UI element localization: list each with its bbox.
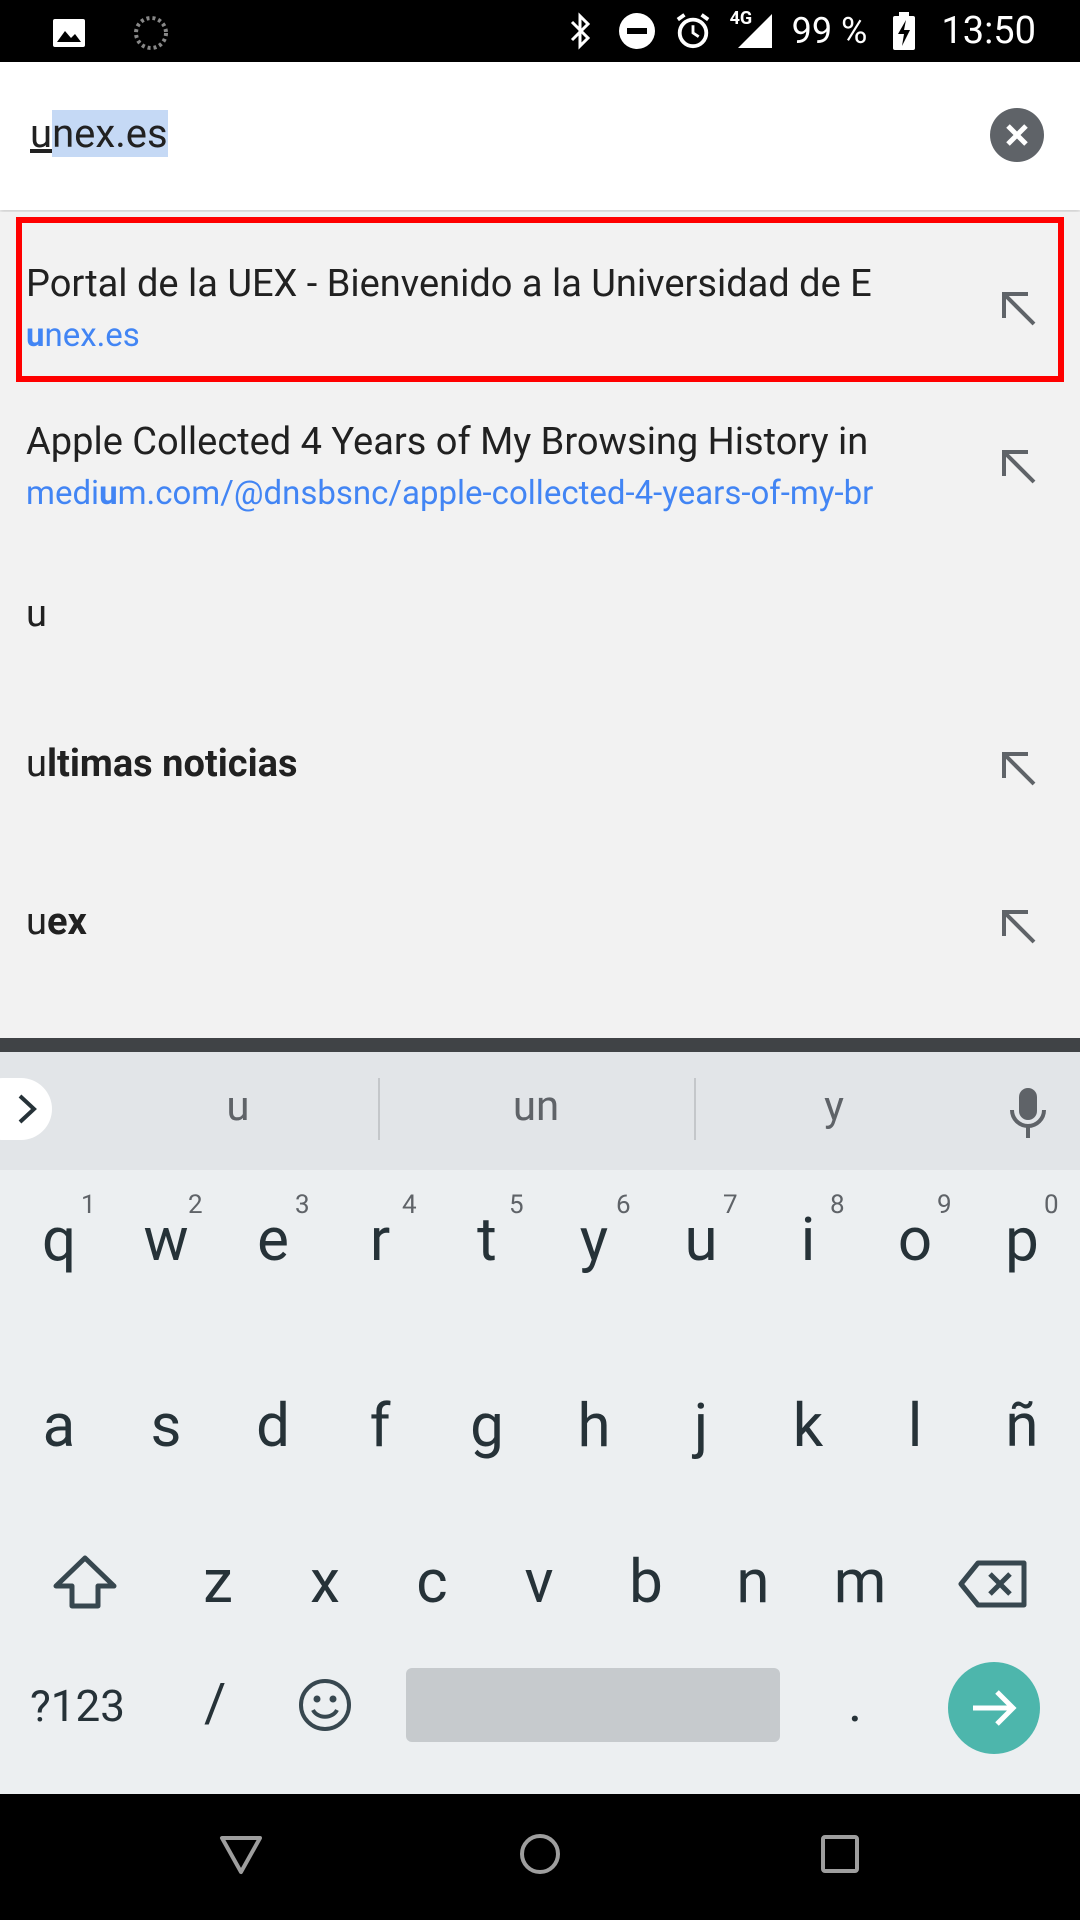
- key-w[interactable]: w2: [116, 1190, 216, 1275]
- key-hint: 6: [616, 1190, 631, 1220]
- key-hint: 2: [188, 1190, 203, 1220]
- keyboard-suggestion-bar: u un y: [0, 1052, 1080, 1170]
- key-r[interactable]: r4: [330, 1190, 430, 1275]
- refine-arrow-icon[interactable]: [998, 748, 1038, 788]
- key-hint: 7: [723, 1190, 738, 1220]
- key-c[interactable]: c: [382, 1546, 482, 1617]
- url-input[interactable]: unex.es: [30, 106, 168, 162]
- key-s[interactable]: s: [116, 1390, 216, 1461]
- key-a[interactable]: a: [9, 1390, 109, 1461]
- refine-arrow-icon[interactable]: [998, 446, 1038, 486]
- signal-indicator: 4G: [730, 8, 774, 50]
- clock: 13:50: [941, 9, 1036, 53]
- refine-arrow-icon[interactable]: [998, 906, 1038, 946]
- suggestion-query: ultimas noticias: [26, 742, 298, 786]
- key-e[interactable]: e3: [223, 1190, 323, 1275]
- back-icon[interactable]: [218, 1832, 264, 1876]
- slash-key[interactable]: /: [204, 1672, 226, 1735]
- key-hint: 4: [402, 1190, 417, 1220]
- microphone-icon[interactable]: [1006, 1086, 1050, 1140]
- arrow-right-icon: [973, 1690, 1017, 1726]
- key-j[interactable]: j: [651, 1390, 751, 1461]
- url-autocomplete-text: nex.es: [52, 110, 168, 157]
- suggestion-list: Portal de la UEX - Bienvenido a la Unive…: [0, 212, 1080, 1038]
- do-not-disturb-icon: [618, 12, 656, 50]
- key-u[interactable]: u7: [651, 1190, 751, 1275]
- suggestion-query: u: [26, 592, 47, 636]
- expand-suggestions-button[interactable]: [0, 1078, 52, 1140]
- signal-icon: [737, 14, 772, 48]
- key-p[interactable]: p0: [972, 1190, 1072, 1275]
- key-o[interactable]: o9: [865, 1190, 965, 1275]
- key-m[interactable]: m: [810, 1546, 910, 1617]
- battery-percent: 99 %: [791, 10, 868, 52]
- period-key[interactable]: .: [848, 1672, 862, 1735]
- recents-icon[interactable]: [818, 1832, 862, 1876]
- key-d[interactable]: d: [223, 1390, 323, 1461]
- loading-icon: [132, 14, 170, 52]
- key-g[interactable]: g: [437, 1390, 537, 1461]
- suggestion-item[interactable]: u: [0, 538, 1080, 688]
- divider: [378, 1078, 380, 1140]
- key-t[interactable]: t5: [437, 1190, 537, 1275]
- suggestion-item[interactable]: uex: [0, 846, 1080, 1004]
- gallery-icon: [50, 14, 88, 52]
- key-ñ[interactable]: ñ: [972, 1390, 1072, 1461]
- symbols-key[interactable]: ?123: [30, 1680, 125, 1732]
- clear-input-button[interactable]: [990, 108, 1044, 162]
- key-z[interactable]: z: [168, 1546, 268, 1617]
- keyboard-suggestion[interactable]: u: [138, 1082, 338, 1131]
- battery-charging-icon: [885, 12, 923, 50]
- alarm-icon: [674, 12, 712, 50]
- suggestion-title: Portal de la UEX - Bienvenido a la Unive…: [26, 262, 872, 306]
- key-hint: 5: [509, 1190, 524, 1220]
- keyboard-divider: [0, 1038, 1080, 1052]
- suggestion-title: Apple Collected 4 Years of My Browsing H…: [26, 420, 869, 464]
- suggestion-url: medium.com/@dnsbsnc/apple-collected-4-ye…: [26, 474, 874, 513]
- key-x[interactable]: x: [275, 1546, 375, 1617]
- close-icon: [1006, 124, 1028, 146]
- omnibox[interactable]: unex.es: [0, 62, 1080, 210]
- suggestion-url: unex.es: [26, 316, 140, 355]
- emoji-icon[interactable]: [298, 1678, 352, 1732]
- refine-arrow-icon[interactable]: [998, 288, 1038, 328]
- key-i[interactable]: i8: [758, 1190, 858, 1275]
- key-hint: 1: [81, 1190, 96, 1220]
- key-k[interactable]: k: [758, 1390, 858, 1461]
- key-f[interactable]: f: [330, 1390, 430, 1461]
- suggestion-item[interactable]: Portal de la UEX - Bienvenido a la Unive…: [0, 212, 1080, 380]
- key-l[interactable]: l: [865, 1390, 965, 1461]
- backspace-icon[interactable]: [958, 1560, 1028, 1608]
- shift-icon[interactable]: [52, 1554, 118, 1610]
- key-hint: 0: [1044, 1190, 1059, 1220]
- bluetooth-icon: [562, 12, 600, 50]
- keyboard: u un y q1w2e3r4t5y6u7i8o9p0 asdfghjklñ z…: [0, 1052, 1080, 1794]
- key-v[interactable]: v: [489, 1546, 589, 1617]
- key-b[interactable]: b: [596, 1546, 696, 1617]
- keyboard-suggestion[interactable]: y: [734, 1082, 934, 1131]
- key-n[interactable]: n: [703, 1546, 803, 1617]
- suggestion-query: uex: [26, 900, 87, 944]
- key-hint: 9: [937, 1190, 952, 1220]
- go-button[interactable]: [948, 1662, 1040, 1754]
- key-q[interactable]: q1: [9, 1190, 109, 1275]
- suggestion-item[interactable]: Apple Collected 4 Years of My Browsing H…: [0, 380, 1080, 538]
- key-hint: 8: [830, 1190, 845, 1220]
- key-y[interactable]: y6: [544, 1190, 644, 1275]
- keyboard-suggestion[interactable]: un: [436, 1082, 636, 1131]
- key-h[interactable]: h: [544, 1390, 644, 1461]
- space-bar[interactable]: [406, 1668, 780, 1742]
- chevron-right-icon: [18, 1094, 37, 1124]
- home-icon[interactable]: [518, 1832, 562, 1876]
- status-bar: 4G 99 % 13:50: [0, 0, 1080, 62]
- navigation-bar: [0, 1794, 1080, 1920]
- url-typed-text: u: [30, 110, 53, 157]
- suggestion-item[interactable]: ultimas noticias: [0, 688, 1080, 846]
- divider: [694, 1078, 696, 1140]
- key-hint: 3: [295, 1190, 310, 1220]
